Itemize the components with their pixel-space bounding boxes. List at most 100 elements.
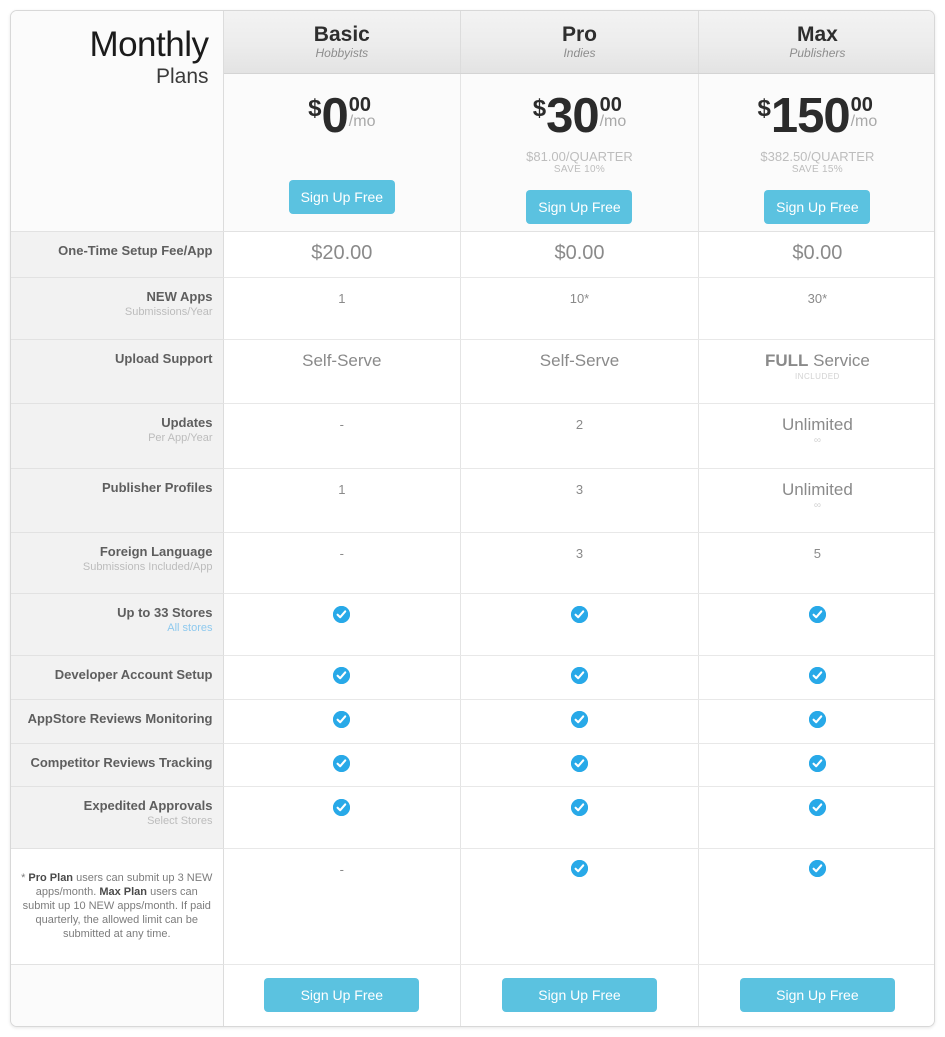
signup-button-footer-0[interactable]: Sign Up Free <box>264 978 420 1013</box>
feature-value-cell: FULL Service INCLUDED <box>697 339 934 405</box>
check-icon <box>570 605 588 623</box>
table-row: Upload Support Self-Serve Self-Serve FULL S… <box>11 339 934 405</box>
feature-value-cell: 1 <box>222 468 461 533</box>
table-row: Updates Per App/Year - 2 Unlimited ∞ <box>11 403 934 469</box>
feature-value-text: Self-Serve <box>539 350 620 370</box>
feature-value-subtext: ∞ <box>813 435 821 447</box>
feature-value-cell <box>697 743 934 788</box>
feature-label-cell: Developer Account Setup <box>11 655 224 700</box>
check-icon <box>333 667 351 685</box>
feature-value-subtext: INCLUDED <box>794 371 840 381</box>
plan-price-cell-max: $150 00/mo $382.50/QUARTER SAVE 15% Sign Up … <box>697 73 934 232</box>
plan-header-max: Max Publishers <box>697 11 934 74</box>
feature-label: Expedited Approvals <box>83 798 213 814</box>
check-icon <box>808 667 826 685</box>
feature-label-cell: Updates Per App/Year <box>11 403 224 469</box>
footer-cta-row: Sign Up Free Sign Up Free Sign Up Free <box>11 964 934 1026</box>
check-icon <box>570 860 588 878</box>
feature-value-cell <box>222 655 461 700</box>
feature-value-text: Unlimited <box>781 479 853 499</box>
feature-value-text: $0.00 <box>554 241 605 264</box>
feature-label-cell: NEW Apps Submissions/Year <box>11 277 224 340</box>
price-amount: 0 <box>321 88 349 143</box>
plan-name: Max <box>796 22 838 46</box>
pricing-table-card: Monthly Plans Basic Hobbyists Pro Indies Max Pu… <box>10 10 935 1027</box>
currency-symbol: $ <box>308 94 322 122</box>
footer-cta-cell: Sign Up Free <box>697 964 934 1026</box>
feature-value-cell: 1 <box>222 277 461 340</box>
feature-label-cell: Up to 33 Stores All stores <box>11 593 224 656</box>
signup-button-header-max[interactable]: Sign Up Free <box>764 189 871 224</box>
currency-symbol: $ <box>757 94 771 122</box>
feature-value-cell <box>697 655 934 700</box>
price-spacer <box>224 141 461 166</box>
feature-label: Competitor Reviews Tracking <box>30 754 213 770</box>
check-icon <box>808 860 826 878</box>
feature-label: NEW Apps <box>146 289 213 305</box>
feature-label: Upload Support <box>115 350 213 366</box>
signup-button-header-pro[interactable]: Sign Up Free <box>526 189 633 224</box>
feature-value-cell: Unlimited ∞ <box>697 403 934 469</box>
feature-label-cell: Foreign Language Submissions Included/App <box>11 532 224 595</box>
footnote-row: * Pro Plan users can submit up 3 NEW app… <box>11 847 934 965</box>
savings-label: SAVE 15% <box>791 163 843 175</box>
feature-label: Foreign Language <box>99 543 213 559</box>
feature-label: AppStore Reviews Monitoring <box>27 710 213 726</box>
price-fraction: 00/mo <box>851 92 878 130</box>
price-period: /mo <box>348 112 376 130</box>
feature-value-cell <box>697 848 934 965</box>
feature-value-cell: Self-Serve <box>222 339 461 405</box>
feature-sublabel-link[interactable]: All stores <box>19 621 212 635</box>
price-amount: 150 <box>770 88 851 143</box>
check-icon <box>333 710 351 728</box>
feature-value-cell: - <box>222 403 461 469</box>
feature-label: Developer Account Setup <box>54 666 213 682</box>
signup-button-header-basic[interactable]: Sign Up Free <box>288 179 395 214</box>
feature-label: Up to 33 Stores <box>117 605 213 621</box>
check-icon <box>333 605 351 623</box>
footer-cta-cell: Sign Up Free <box>460 964 699 1026</box>
feature-sublabel: Per App/Year <box>148 432 213 445</box>
feature-value-cell <box>460 699 699 744</box>
feature-value-text: 30* <box>807 291 828 307</box>
price-period: /mo <box>850 112 878 130</box>
price-cents: 00 <box>599 93 622 116</box>
price-cents: 00 <box>348 93 372 116</box>
table-row: Foreign Language Submissions Included/App… <box>11 532 934 595</box>
feature-value-cell <box>697 699 934 744</box>
plan-price-cell-pro: $30 00/mo $81.00/QUARTER SAVE 10% Sign Up Fr… <box>460 73 699 232</box>
footer-cta-cell: Sign Up Free <box>222 964 461 1026</box>
signup-button-footer-2[interactable]: Sign Up Free <box>739 978 895 1013</box>
plan-header-pro: Pro Indies <box>460 11 699 74</box>
footnote-text: * Pro Plan users can submit up 3 NEW app… <box>21 872 213 941</box>
check-icon <box>808 754 826 772</box>
feature-label: Publisher Profiles <box>101 479 213 495</box>
check-icon <box>808 798 826 816</box>
feature-label: Updates <box>161 415 213 431</box>
check-icon <box>570 667 588 685</box>
feature-value-cell: 5 <box>697 532 934 595</box>
signup-button-footer-1[interactable]: Sign Up Free <box>501 978 657 1013</box>
feature-value-cell: - <box>222 848 461 965</box>
currency-symbol: $ <box>532 94 547 122</box>
feature-label-cell: Expedited Approvals Select Stores <box>11 786 224 849</box>
feature-label-cell: Competitor Reviews Tracking <box>11 743 224 788</box>
feature-value-cell: 3 <box>460 468 699 533</box>
plan-tagline: Hobbyists <box>315 45 369 60</box>
plan-tagline: Publishers <box>789 45 846 60</box>
feature-value-cell <box>222 786 461 849</box>
price-cents: 00 <box>850 93 873 116</box>
savings-label: SAVE 10% <box>553 163 606 175</box>
feature-value-cell <box>460 655 699 700</box>
feature-sublabel: Submissions/Year <box>124 306 213 319</box>
price-fraction: 00/mo <box>600 92 627 130</box>
price-fraction: 00/mo <box>349 92 376 130</box>
feature-value-cell <box>697 786 934 849</box>
quarter-price: $382.50/QUARTER <box>760 148 875 164</box>
feature-value-text: - <box>339 861 344 877</box>
feature-value-cell: Self-Serve <box>460 339 699 405</box>
feature-value-text: $0.00 <box>792 241 843 264</box>
table-title-cell: Monthly Plans <box>11 11 224 232</box>
feature-value-text: Self-Serve <box>302 350 382 370</box>
table-row: One-Time Setup Fee/App $20.00 $0.00 $0.00 <box>11 231 934 279</box>
